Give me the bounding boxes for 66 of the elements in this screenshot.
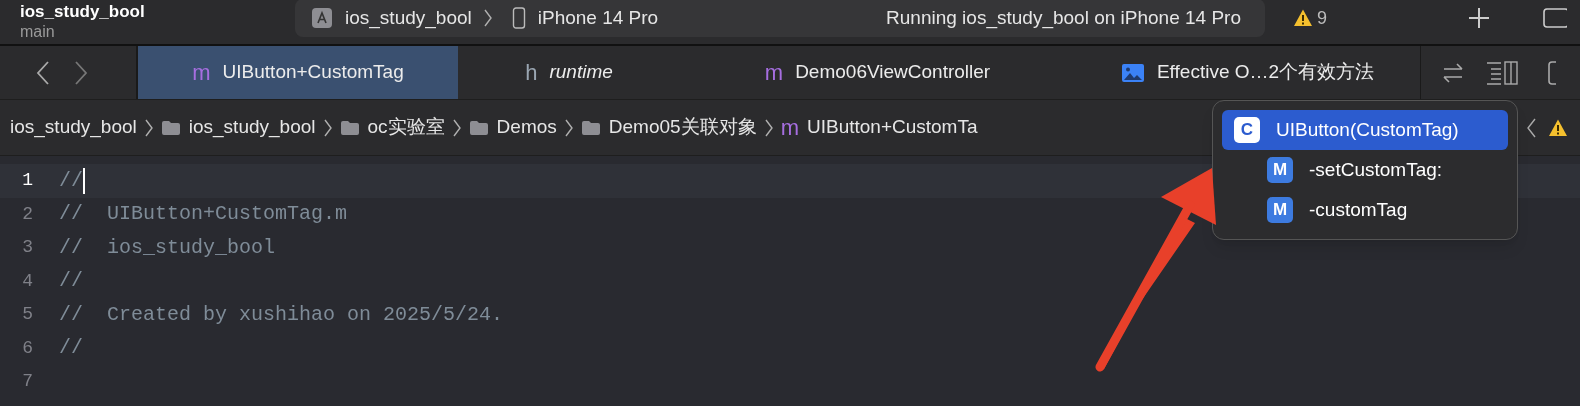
folder-icon: [468, 119, 489, 136]
line-number: 2: [21, 202, 33, 226]
warning-icon: [1548, 117, 1568, 138]
folder-icon: [160, 119, 181, 136]
code-comment: //: [59, 335, 83, 362]
symbol-menu-item[interactable]: M -customTag: [1222, 190, 1508, 230]
symbol-label: -setCustomTag:: [1309, 157, 1443, 182]
editor-tab[interactable]: Effective O…2个有效方法: [1075, 46, 1420, 99]
symbol-label: UIButton(CustomTag): [1276, 117, 1459, 142]
chevron-right-icon: [564, 117, 573, 138]
chevron-right-icon: [144, 117, 153, 138]
code-comment: // Created by xushihao on 2025/5/24.: [59, 301, 504, 328]
back-icon[interactable]: [36, 59, 50, 86]
breadcrumb-item[interactable]: UIButton+CustomTa: [806, 113, 978, 142]
branch-label: main: [20, 23, 56, 40]
symbol-menu-item[interactable]: C UIButton(CustomTag): [1222, 110, 1508, 150]
panel-icon[interactable]: [1547, 59, 1557, 86]
scheme-item[interactable]: ios_study_bool: [345, 3, 472, 33]
file-type-icon: h: [525, 61, 538, 84]
breadcrumb-item[interactable]: ios_study_bool: [188, 113, 316, 142]
image-icon: [1120, 62, 1145, 83]
breadcrumb-item[interactable]: Demo05关联对象: [608, 113, 757, 142]
project-title: ios_study_bool: [20, 2, 146, 20]
symbol-label: -customTag: [1309, 197, 1408, 222]
breadcrumb-item[interactable]: ios_study_bool: [10, 113, 137, 142]
phone-icon: [511, 7, 526, 29]
line-number: 1: [21, 169, 33, 193]
breadcrumb-item[interactable]: oc实验室: [367, 113, 445, 142]
breadcrumb-item[interactable]: Demos: [496, 113, 557, 142]
line-number: 4: [21, 269, 33, 293]
chevron-left-icon[interactable]: [1526, 116, 1536, 139]
editor-tab[interactable]: m UIButton+CustomTag: [138, 46, 458, 99]
chevron-right-icon: [483, 8, 492, 28]
text-cursor: [83, 167, 85, 194]
app-icon: [311, 7, 333, 29]
code-comment: // ios_study_bool: [59, 234, 276, 261]
code-comment: //: [59, 268, 83, 295]
forward-icon[interactable]: [74, 59, 88, 86]
chevron-right-icon: [323, 117, 332, 138]
chevron-right-icon: [764, 117, 773, 138]
symbol-badge: C: [1234, 117, 1260, 143]
status-text: Running ios_study_bool on iPhone 14 Pro: [886, 5, 1241, 31]
line-number: 6: [21, 336, 33, 360]
code-comment: // UIButton+CustomTag.m: [59, 201, 348, 228]
editor-tab[interactable]: h runtime: [458, 46, 680, 99]
code-comment: //: [59, 167, 83, 194]
line-number: 7: [21, 370, 33, 394]
editor-tab[interactable]: m Demo06ViewController: [680, 46, 1075, 99]
scheme-item[interactable]: iPhone 14 Pro: [537, 3, 659, 33]
warning-count[interactable]: 9: [1317, 4, 1327, 32]
symbol-menu-item[interactable]: M -setCustomTag:: [1222, 150, 1508, 190]
folder-icon: [339, 119, 360, 136]
file-type-icon: m: [192, 61, 211, 84]
file-type-icon: m: [780, 116, 799, 139]
sidebar-icon[interactable]: [1543, 8, 1567, 28]
inspector-icon[interactable]: [1485, 59, 1519, 86]
symbol-badge: M: [1267, 197, 1293, 223]
folder-icon: [580, 119, 601, 136]
warning-icon: [1293, 8, 1313, 28]
line-number: 5: [21, 303, 33, 327]
file-type-icon: m: [764, 61, 784, 84]
swap-icon[interactable]: [1441, 61, 1465, 84]
line-number: 3: [21, 236, 33, 260]
chevron-right-icon: [452, 117, 461, 138]
symbol-badge: M: [1267, 157, 1293, 183]
add-icon[interactable]: [1467, 6, 1491, 30]
